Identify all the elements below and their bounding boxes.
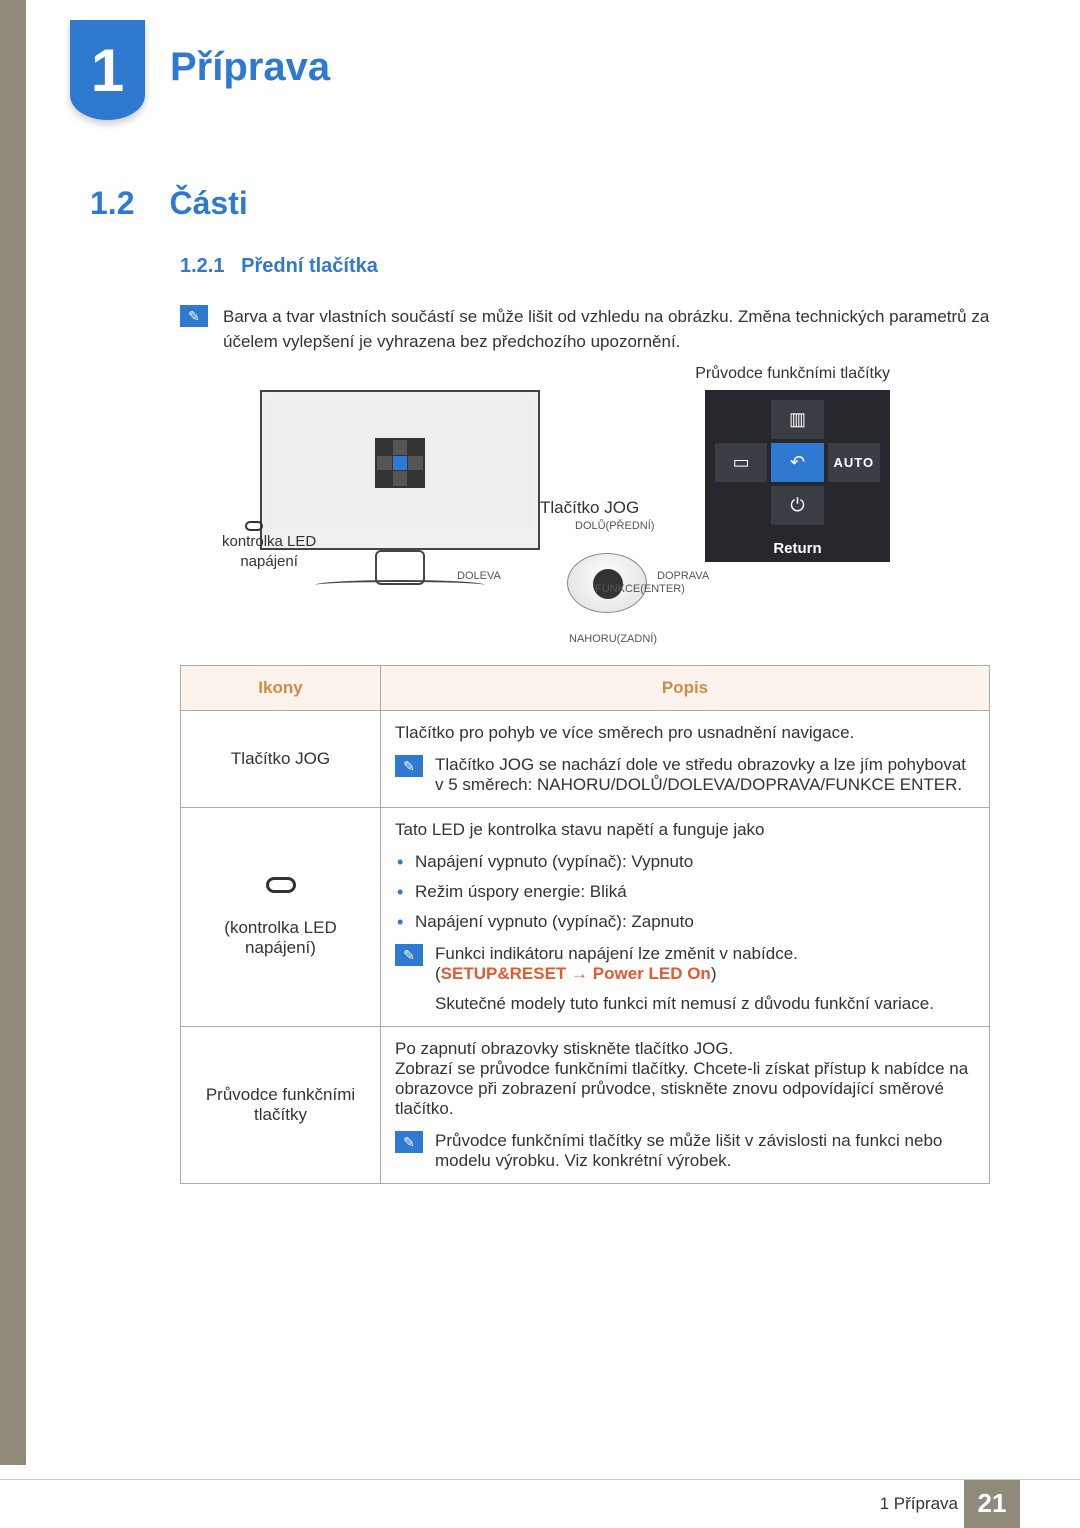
list-item: Režim úspory energie: Bliká xyxy=(395,882,975,902)
footer-chapter-ref: 1 Příprava xyxy=(880,1494,958,1514)
list-item: Napájení vypnuto (vypínač): Vypnuto xyxy=(395,852,975,872)
function-key-guide-label: Průvodce funkčními tlačítky xyxy=(695,365,890,383)
jog-direction-up: DOLŮ(PŘEDNÍ) xyxy=(575,520,654,532)
cell-desc-jog: Tlačítko pro pohyb ve více směrech pro u… xyxy=(381,711,990,808)
cell-note-text: Funkci indikátoru napájení lze změnit v … xyxy=(435,944,934,1014)
setup-path: SETUP&RESET → Power LED On xyxy=(441,964,711,983)
cell-desc-led: Tato LED je kontrolka stavu napětí a fun… xyxy=(381,808,990,1027)
table-row: Průvodce funkčními tlačítky Po zapnutí o… xyxy=(181,1027,990,1184)
table-header-icons: Ikony xyxy=(181,666,381,711)
jog-button-label: Tlačítko JOG xyxy=(540,498,639,518)
section-number: 1.2 xyxy=(90,185,134,222)
cell-note-text: Tlačítko JOG se nachází dole ve středu o… xyxy=(435,755,975,795)
icons-description-table: Ikony Popis Tlačítko JOG Tlačítko pro po… xyxy=(180,665,990,1184)
jog-button-diagram: DOLŮ(PŘEDNÍ) DOLEVA DOPRAVA FUNKCE(ENTER… xyxy=(497,525,717,640)
function-key-guide-panel: ▥ ▭ ↶ AUTO ⏻ xyxy=(705,390,890,535)
led-status-list: Napájení vypnuto (vypínač): Vypnuto Reži… xyxy=(395,852,975,932)
power-led-marker xyxy=(245,521,263,531)
chapter-title: Příprava xyxy=(170,45,330,90)
jog-direction-left: DOLEVA xyxy=(457,570,501,582)
table-row: (kontrolka LED napájení) Tato LED je kon… xyxy=(181,808,990,1027)
jog-direction-down: NAHORU(ZADNÍ) xyxy=(569,633,657,645)
subsection-title: Přední tlačítka xyxy=(241,255,378,277)
intro-note-text: Barva a tvar vlastních součástí se může … xyxy=(223,305,990,354)
power-led-label: kontrolka LED napájení xyxy=(222,532,316,571)
section-title: Části xyxy=(169,185,247,222)
led-icon xyxy=(266,877,296,893)
page-footer: 1 Příprava 21 xyxy=(0,1479,1080,1527)
note-icon: ✎ xyxy=(395,1131,423,1153)
auto-key-label: AUTO xyxy=(828,443,880,482)
side-stripe xyxy=(0,0,26,1465)
jog-direction-right: DOPRAVA xyxy=(657,570,709,582)
note-icon: ✎ xyxy=(395,755,423,777)
page-number: 21 xyxy=(964,1480,1020,1528)
jog-direction-center: FUNKCE(ENTER) xyxy=(595,583,685,595)
section-heading: 1.2 Části xyxy=(90,185,248,222)
intro-note: ✎ Barva a tvar vlastních součástí se můž… xyxy=(180,305,990,354)
note-icon: ✎ xyxy=(180,305,208,327)
table-row: Tlačítko JOG Tlačítko pro pohyb ve více … xyxy=(181,711,990,808)
subsection-heading: 1.2.1 Přední tlačítka xyxy=(180,255,378,278)
source-icon: ▭ xyxy=(715,443,767,482)
power-icon: ⏻ xyxy=(771,486,823,525)
chapter-number-tab: 1 xyxy=(70,20,145,120)
cell-icon-guide: Průvodce funkčními tlačítky xyxy=(181,1027,381,1184)
cell-icon-led: (kontrolka LED napájení) xyxy=(181,808,381,1027)
figure-front-buttons: Průvodce funkčními tlačítky ▥ ▭ ↶ AUTO ⏻… xyxy=(180,365,920,660)
note-icon: ✎ xyxy=(395,944,423,966)
monitor-screen xyxy=(268,398,532,528)
return-label: Return xyxy=(705,535,890,562)
cell-desc-guide: Po zapnutí obrazovky stiskněte tlačítko … xyxy=(381,1027,990,1184)
subsection-number: 1.2.1 xyxy=(180,255,224,277)
onscreen-guide-icon xyxy=(375,438,425,488)
cell-icon-jog: Tlačítko JOG xyxy=(181,711,381,808)
list-item: Napájení vypnuto (vypínač): Zapnuto xyxy=(395,912,975,932)
menu-icon: ▥ xyxy=(771,400,823,439)
cell-note-text: Průvodce funkčními tlačítky se může liši… xyxy=(435,1131,975,1171)
return-icon: ↶ xyxy=(771,443,823,482)
table-header-description: Popis xyxy=(381,666,990,711)
